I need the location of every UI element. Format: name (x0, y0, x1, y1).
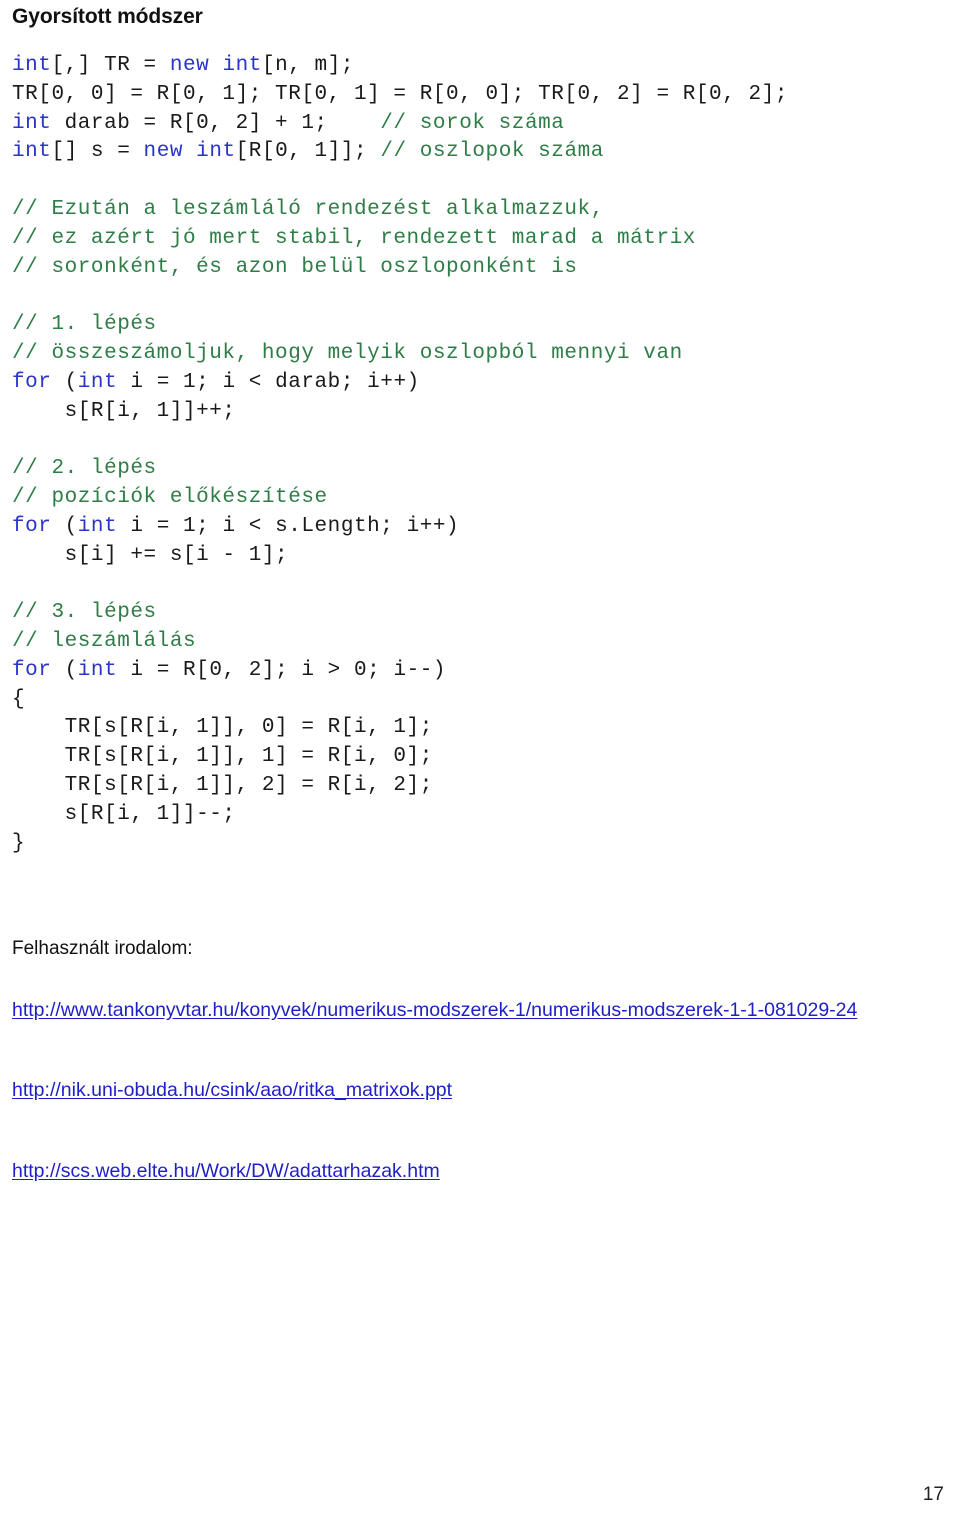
code-token-kw: for (12, 370, 52, 394)
code-line: TR[s[R[i, 1]], 2] = R[i, 2]; (12, 772, 952, 801)
reference-link-1-wrap: http://www.tankonyvtar.hu/konyvek/numeri… (12, 996, 912, 1025)
reference-link-scs-web-elte[interactable]: http://scs.web.elte.hu/Work/DW/adattarha… (12, 1157, 912, 1186)
code-token-pl: TR[0, 0] = R[0, 1]; TR[0, 1] = R[0, 0]; … (12, 82, 788, 106)
code-token-cm: // 1. lépés (12, 313, 157, 337)
code-line: TR[0, 0] = R[0, 1]; TR[0, 1] = R[0, 0]; … (12, 81, 952, 110)
code-line: TR[s[R[i, 1]], 1] = R[i, 0]; (12, 743, 952, 772)
code-token-kw: int (12, 111, 52, 135)
code-token-kw: new (169, 54, 210, 77)
code-token-kw: for (12, 658, 52, 682)
code-token-pl: [n, m]; (261, 54, 355, 77)
code-line: int[] s = new int[R[0, 1]]; // oszlopok … (12, 138, 952, 167)
code-token-kw: int (222, 54, 262, 77)
code-token-pl: i = 1; i < darab; i++) (117, 370, 420, 394)
code-line: // összeszámoljuk, hogy melyik oszlopból… (12, 340, 952, 369)
code-token-pl: s[R[i, 1]]--; (12, 802, 236, 826)
references-heading: Felhasznált irodalom: (12, 938, 193, 959)
code-token-cm: // 2. lépés (12, 457, 157, 481)
code-token-cm: // sorok száma (380, 111, 565, 135)
code-block: int[,] TR = new int[n, m]; TR[0, 0] = R[0… (12, 52, 952, 858)
code-line: s[i] += s[i - 1]; (12, 542, 952, 571)
code-token-cm: // oszlopok száma (380, 140, 604, 164)
code-token-pl: TR[s[R[i, 1]], 0] = R[i, 1]; (12, 716, 433, 740)
code-token-kw: int (12, 140, 52, 164)
code-token-pl: s[i] += s[i - 1]; (12, 543, 289, 567)
reference-link-nik-uni-obuda[interactable]: http://nik.uni-obuda.hu/csink/aao/ritka_… (12, 1076, 912, 1105)
code-token-pl: i = R[0, 2]; i > 0; i--) (117, 658, 447, 682)
code-line: // pozíciók előkészítése (12, 484, 952, 513)
code-token-pl: TR[s[R[i, 1]], 2] = R[i, 2]; (12, 773, 433, 797)
code-token-cm: // 3. lépés (12, 601, 157, 625)
code-token-pl: ( (51, 370, 78, 394)
document-page: Gyorsított módszer int[,] TR = new int[n… (0, 4, 960, 1518)
code-token-pl: ( (51, 658, 78, 682)
code-line: { (12, 686, 952, 715)
reference-link-tankonyvtar[interactable]: http://www.tankonyvtar.hu/konyvek/numeri… (12, 996, 912, 1025)
code-token-cm: // pozíciók előkészítése (12, 485, 328, 509)
code-token-cm: // soronként, és azon belül oszloponként… (12, 255, 578, 279)
code-token-pl: [R[0, 1]]; (235, 140, 381, 164)
code-token-kw: int (12, 54, 52, 77)
code-token-pl: s[R[i, 1]]++; (12, 399, 236, 423)
code-line: // soronként, és azon belül oszloponként… (12, 254, 952, 283)
code-token-cm: // ez azért jó mert stabil, rendezett ma… (12, 226, 696, 250)
code-line: // 2. lépés (12, 455, 952, 484)
code-line: int darab = R[0, 2] + 1; // sorok száma (12, 110, 952, 139)
code-line: for (int i = 1; i < s.Length; i++) (12, 513, 952, 542)
code-token-kw: int (77, 514, 118, 538)
code-token-pl: } (12, 831, 26, 855)
code-token-pl: { (12, 687, 26, 711)
code-line: // 1. lépés (12, 311, 952, 340)
code-token-kw: for (12, 514, 52, 538)
code-line: s[R[i, 1]]++; (12, 398, 952, 427)
code-token-pl: TR[s[R[i, 1]], 1] = R[i, 0]; (12, 745, 433, 769)
code-line: // ez azért jó mert stabil, rendezett ma… (12, 225, 952, 254)
code-token-kw: int (196, 140, 236, 164)
code-token-pl: darab = R[0, 2] + 1; (51, 111, 381, 135)
code-token-pl: [,] TR = (51, 54, 170, 77)
code-token-cm: // összeszámoljuk, hogy melyik oszlopból… (12, 341, 683, 365)
code-line: } (12, 830, 952, 859)
page-title: Gyorsított módszer (12, 5, 203, 28)
code-line: for (int i = R[0, 2]; i > 0; i--) (12, 657, 952, 686)
references-section: Felhasznált irodalom: http://www.tankony… (12, 936, 948, 1186)
code-token-kw: new (143, 140, 184, 164)
code-line: TR[s[R[i, 1]], 0] = R[i, 1]; (12, 714, 952, 743)
code-token-kw: int (77, 658, 118, 682)
reference-link-2-wrap: http://nik.uni-obuda.hu/csink/aao/ritka_… (12, 1076, 912, 1105)
reference-link-3-wrap: http://scs.web.elte.hu/Work/DW/adattarha… (12, 1157, 912, 1186)
code-line: // Ezután a leszámláló rendezést alkalma… (12, 196, 952, 225)
code-token-kw: int (77, 370, 118, 394)
code-line: for (int i = 1; i < darab; i++) (12, 369, 952, 398)
code-line: // leszámlálás (12, 628, 952, 657)
code-line: s[R[i, 1]]--; (12, 801, 952, 830)
page-number: 17 (922, 1484, 944, 1505)
code-line: int[,] TR = new int[n, m]; (12, 52, 952, 81)
code-token-pl: ( (51, 514, 78, 538)
code-line: // 3. lépés (12, 599, 952, 628)
code-token-cm: // Ezután a leszámláló rendezést alkalma… (12, 197, 604, 221)
code-token-pl: i = 1; i < s.Length; i++) (117, 514, 460, 538)
code-token-cm: // leszámlálás (12, 629, 197, 653)
code-token-pl: [] s = (51, 140, 144, 164)
